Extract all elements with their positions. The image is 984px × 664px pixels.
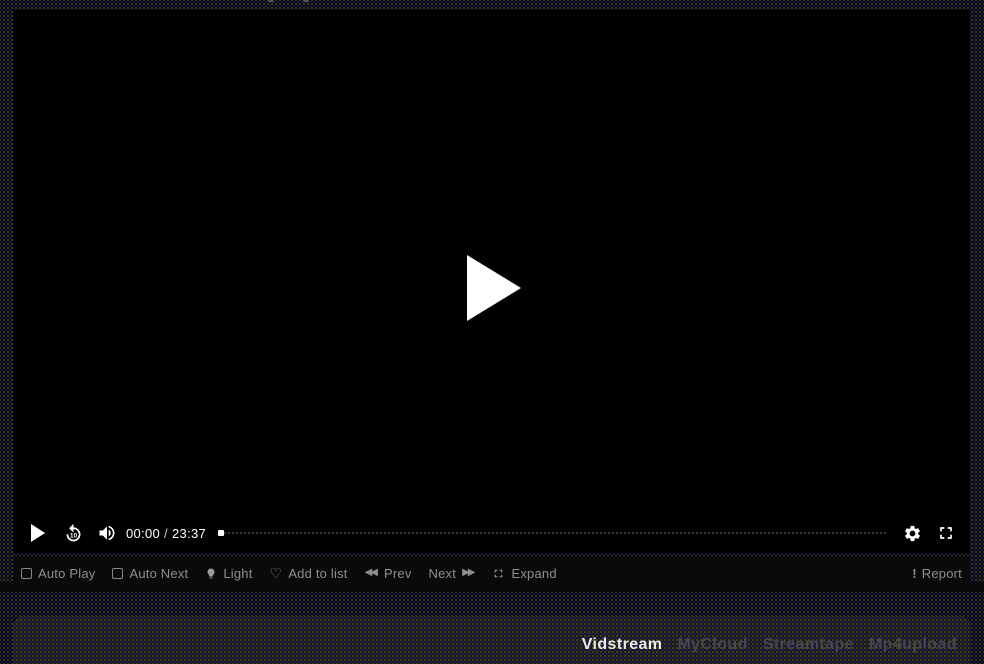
server-tab-mp4upload[interactable]: Mp4upload: [869, 636, 957, 654]
server-tab-streamtape[interactable]: Streamtape: [763, 636, 854, 654]
prev-arrows-icon: ◀◀: [365, 568, 376, 578]
player-controls: 10 00:00/23:37: [13, 513, 970, 553]
big-play-button[interactable]: [454, 243, 534, 333]
report-button[interactable]: ! Report: [912, 566, 962, 581]
add-to-list-button[interactable]: ♡ Add to list: [270, 566, 348, 581]
progress-bar[interactable]: [218, 529, 887, 537]
player-toolbar: Auto Play Auto Next Light ♡ Add to list …: [13, 556, 970, 590]
progress-playhead[interactable]: [218, 530, 224, 536]
rewind-10-icon[interactable]: 10: [63, 523, 84, 544]
auto-next-label: Auto Next: [129, 566, 188, 581]
expand-label: Expand: [511, 566, 556, 581]
checkbox-icon[interactable]: [112, 568, 123, 579]
checkbox-icon[interactable]: [21, 568, 32, 579]
volume-icon[interactable]: [97, 523, 117, 543]
report-label: Report: [922, 566, 962, 581]
rewind-amount-label: 10: [70, 532, 78, 539]
current-time: 00:00: [126, 526, 160, 541]
clipped-title-artifact: [268, 0, 274, 3]
play-icon: [31, 524, 45, 542]
play-icon: [467, 255, 521, 321]
expand-button[interactable]: Expand: [492, 566, 556, 581]
play-button[interactable]: [31, 524, 45, 542]
prev-episode-button[interactable]: ◀◀ Prev: [365, 566, 412, 581]
heart-icon: ♡: [270, 566, 283, 580]
next-arrows-icon: ▶▶: [462, 568, 473, 578]
lightbulb-icon: [205, 567, 217, 580]
auto-play-label: Auto Play: [38, 566, 95, 581]
exclamation-icon: !: [912, 566, 917, 581]
progress-track: [224, 532, 887, 534]
light-toggle[interactable]: Light: [205, 566, 252, 581]
prev-label: Prev: [384, 566, 412, 581]
settings-gear-icon[interactable]: [903, 524, 922, 543]
duration: 23:37: [172, 526, 206, 541]
auto-next-toggle[interactable]: Auto Next: [112, 566, 188, 581]
next-episode-button[interactable]: Next ▶▶: [429, 566, 476, 581]
clipped-title-artifact: [303, 0, 309, 3]
video-player[interactable]: 10 00:00/23:37: [13, 10, 970, 553]
fullscreen-icon[interactable]: [936, 523, 956, 543]
add-to-list-label: Add to list: [288, 566, 347, 581]
server-tab-vidstream[interactable]: Vidstream: [582, 636, 663, 654]
server-panel: Vidstream MyCloud Streamtape Mp4upload: [13, 616, 970, 664]
server-tab-mycloud[interactable]: MyCloud: [677, 636, 747, 654]
next-label: Next: [429, 566, 457, 581]
time-separator: /: [160, 526, 172, 541]
expand-icon: [492, 567, 505, 580]
light-label: Light: [223, 566, 252, 581]
time-display: 00:00/23:37: [126, 526, 206, 541]
auto-play-toggle[interactable]: Auto Play: [21, 566, 95, 581]
